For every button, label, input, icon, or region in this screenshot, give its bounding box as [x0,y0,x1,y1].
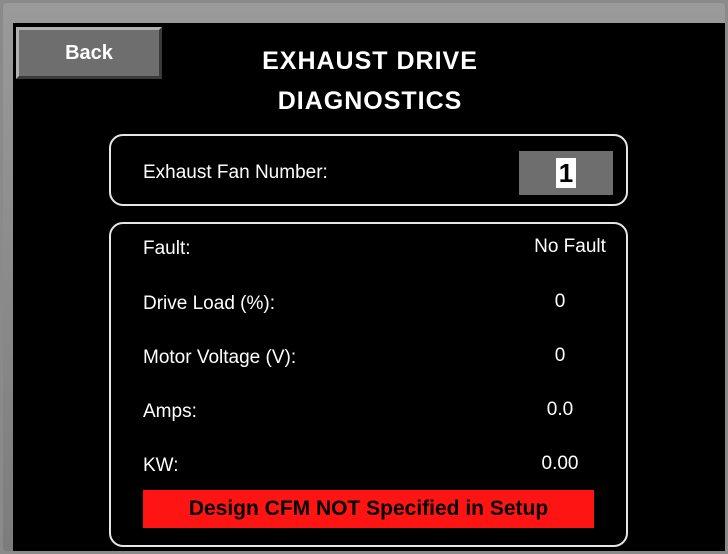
page-title-line2: DIAGNOSTICS [277,87,463,115]
fault-label: Fault: [143,238,191,259]
amps-value: 0.0 [546,399,574,420]
fan-number-label: Exhaust Fan Number: [143,162,328,183]
drive-load-label: Drive Load (%): [143,293,275,314]
fan-number-input[interactable]: 1 [519,151,613,195]
motor-voltage-label: Motor Voltage (V): [143,347,297,368]
drive-load-value: 0 [554,291,566,312]
page-title-line1: EXHAUST DRIVE [262,47,478,75]
back-button[interactable]: Back [16,27,162,79]
kw-value: 0.00 [541,453,579,474]
fault-value: No Fault [534,236,606,257]
alarm-banner: Design CFM NOT Specified in Setup [143,490,594,528]
kw-label: KW: [143,455,179,476]
motor-voltage-value: 0 [554,345,566,366]
fan-number-value: 1 [555,158,577,188]
amps-label: Amps: [143,401,197,422]
